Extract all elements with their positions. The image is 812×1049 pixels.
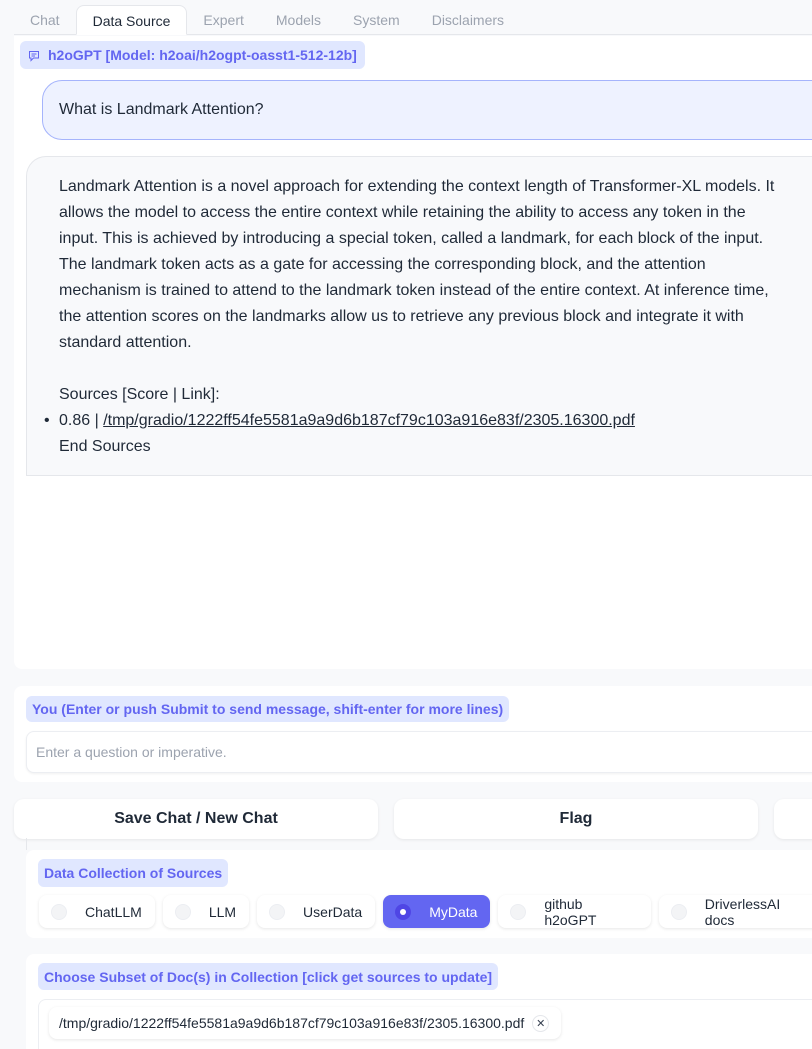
- data-collection-radio-group: ChatLLM LLM UserData MyData github h2oGP…: [39, 895, 812, 928]
- sources-header: Sources [Score | Link]:: [59, 386, 220, 403]
- tab-models[interactable]: Models: [260, 5, 337, 35]
- doc-chip: /tmp/gradio/1222ff54fe5581a9a9d6b187cf79…: [49, 1007, 562, 1039]
- doc-subset-panel: Choose Subset of Doc(s) in Collection [c…: [26, 954, 812, 1049]
- data-collection-panel: Data Collection of Sources ChatLLM LLM U…: [26, 850, 812, 938]
- save-chat-button[interactable]: Save Chat / New Chat: [14, 799, 378, 839]
- radio-llm[interactable]: LLM: [162, 895, 250, 928]
- source-score: 0.86: [59, 412, 91, 429]
- chat-bubble-icon: [28, 49, 40, 62]
- chatbot-panel: h2oGPT [Model: h2oai/h2ogpt-oasst1-512-1…: [14, 36, 812, 669]
- input-label: You (Enter or push Submit to send messag…: [26, 696, 510, 722]
- radio-label: UserData: [303, 903, 363, 920]
- tab-disclaimers[interactable]: Disclaimers: [416, 5, 520, 35]
- data-collection-label: Data Collection of Sources: [38, 859, 229, 887]
- radio-label: github h2oGPT: [544, 895, 597, 928]
- radio-github-h2ogpt[interactable]: github h2oGPT: [498, 895, 651, 928]
- radio-mydata[interactable]: MyData: [383, 895, 491, 928]
- radio-label: DriverlessAI docs: [704, 895, 781, 928]
- tab-chat[interactable]: Chat: [14, 5, 76, 35]
- tab-system[interactable]: System: [337, 5, 416, 35]
- radio-label: ChatLLM: [85, 903, 142, 920]
- tab-data-source[interactable]: Data Source: [75, 5, 188, 35]
- radio-circle-icon: [510, 903, 527, 920]
- divider: [26, 838, 27, 850]
- third-button[interactable]: [774, 799, 812, 839]
- close-icon[interactable]: ✕: [532, 1014, 550, 1032]
- radio-label: MyData: [429, 903, 478, 920]
- question-input[interactable]: [26, 731, 812, 773]
- radio-circle-icon: [670, 903, 687, 920]
- tab-expert[interactable]: Expert: [187, 5, 259, 35]
- tab-bar: Chat Data Source Expert Models System Di…: [14, 0, 812, 35]
- radio-selected-icon: [395, 903, 412, 920]
- radio-userdata[interactable]: UserData: [257, 895, 376, 928]
- radio-chatllm[interactable]: ChatLLM: [39, 895, 155, 928]
- user-message-text: What is Landmark Attention?: [59, 101, 264, 118]
- bot-message-text: Landmark Attention is a novel approach f…: [59, 178, 775, 351]
- radio-driverlessai-docs[interactable]: DriverlessAI docs: [658, 895, 812, 928]
- source-item: 0.86 | /tmp/gradio/1222ff54fe5581a9a9d6b…: [44, 408, 812, 434]
- bot-message: Landmark Attention is a novel approach f…: [26, 156, 812, 476]
- radio-circle-icon: [174, 903, 191, 920]
- radio-circle-icon: [51, 903, 67, 920]
- flag-button[interactable]: Flag: [394, 799, 758, 839]
- sources-footer: End Sources: [59, 438, 151, 455]
- sources-list: 0.86 | /tmp/gradio/1222ff54fe5581a9a9d6b…: [43, 408, 812, 434]
- doc-subset-label: Choose Subset of Doc(s) in Collection [c…: [38, 963, 499, 990]
- chatbot-label: h2oGPT [Model: h2oai/h2ogpt-oasst1-512-1…: [20, 41, 365, 69]
- radio-circle-icon: [269, 903, 286, 920]
- doc-subset-multiselect[interactable]: /tmp/gradio/1222ff54fe5581a9a9d6b187cf79…: [38, 999, 812, 1049]
- radio-label: LLM: [208, 903, 237, 920]
- chatbot-label-text: h2oGPT [Model: h2oai/h2ogpt-oasst1-512-1…: [48, 47, 357, 63]
- source-link[interactable]: /tmp/gradio/1222ff54fe5581a9a9d6b187cf79…: [103, 412, 635, 429]
- doc-chip-label: /tmp/gradio/1222ff54fe5581a9a9d6b187cf79…: [59, 1015, 525, 1031]
- input-panel: You (Enter or push Submit to send messag…: [14, 686, 812, 782]
- user-message: What is Landmark Attention?: [42, 80, 812, 140]
- source-separator: |: [90, 412, 104, 429]
